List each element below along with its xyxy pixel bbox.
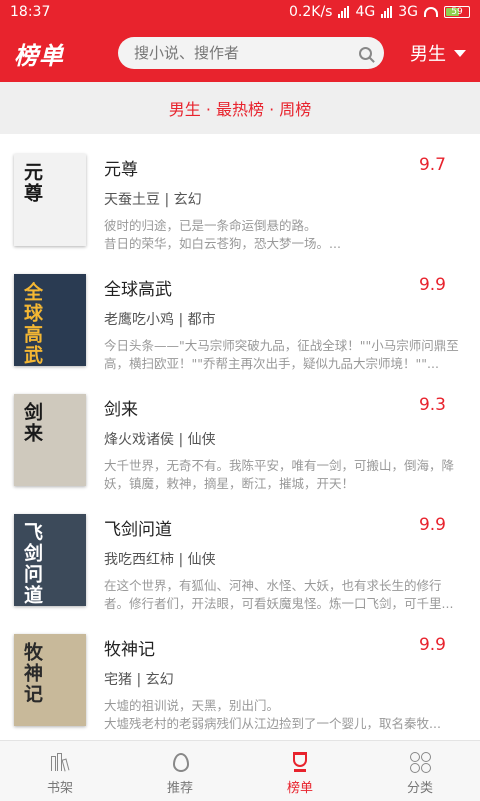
- signal-icon: [338, 6, 350, 18]
- status-icons: 0.2K/s 4G 3G 59: [289, 4, 470, 20]
- book-title: 元尊: [104, 160, 138, 180]
- gender-selector[interactable]: 男生: [410, 40, 466, 66]
- network-type-1: 4G: [355, 4, 376, 20]
- book-author-genre: 宅猪 | 玄幻: [104, 672, 174, 688]
- book-title: 剑来: [104, 400, 138, 420]
- book-score: 9.7: [418, 155, 446, 175]
- flame-icon: [168, 751, 192, 773]
- book-item[interactable]: 剑来 剑来 9.3 烽火戏诸侯 | 仙侠 大千世界，无奇不有。我陈平安，唯有一剑…: [0, 374, 480, 494]
- book-cover[interactable]: 元尊: [14, 154, 86, 246]
- tab-label: 书架: [46, 781, 73, 796]
- book-description: 彼时的归途，已是一条命运倒悬的路。 昔日的荣华，如白云苍狗，恐大梦一场。...: [104, 218, 341, 251]
- network-speed: 0.2K/s: [289, 4, 333, 20]
- tab-ranking[interactable]: 榜单: [240, 741, 360, 801]
- app-header: 榜单 男生: [0, 24, 480, 82]
- cover-title: 元尊: [21, 162, 43, 204]
- tab-bookshelf[interactable]: 书架: [0, 741, 120, 801]
- battery-level: 59: [451, 7, 463, 17]
- book-author-genre: 烽火戏诸侯 | 仙侠: [104, 432, 216, 448]
- book-item[interactable]: 元尊 元尊 9.7 天蚕土豆 | 玄幻 彼时的归途，已是一条命运倒悬的路。 昔日…: [0, 134, 480, 254]
- tab-label: 分类: [406, 781, 433, 796]
- book-description: 今日头条——"大马宗师突破九品，征战全球！""小马宗师问鼎至高，横扫欧亚！""乔…: [104, 338, 459, 371]
- book-score: 9.9: [418, 635, 446, 655]
- book-author-genre: 老鹰吃小鸡 | 都市: [104, 312, 216, 328]
- book-description: 大千世界，无奇不有。我陈平安，唯有一剑，可搬山，倒海，降妖，镇魔，敕神，摘星，断…: [104, 458, 455, 491]
- book-cover[interactable]: 全球高武: [14, 274, 86, 366]
- ranking-subtitle: 男生 · 最热榜 · 周榜: [0, 82, 480, 134]
- book-score: 9.9: [418, 275, 446, 295]
- clock: 18:37: [10, 4, 51, 20]
- caret-down-icon: [454, 49, 466, 57]
- tab-category[interactable]: 分类: [360, 741, 480, 801]
- search-input[interactable]: [134, 44, 334, 62]
- book-author-genre: 天蚕土豆 | 玄幻: [104, 192, 202, 208]
- tab-recommend[interactable]: 推荐: [120, 741, 240, 801]
- search-icon[interactable]: [359, 46, 372, 60]
- page-title: 榜单: [14, 41, 64, 70]
- gender-label: 男生: [410, 44, 446, 65]
- tab-label: 推荐: [166, 781, 193, 796]
- cover-title: 剑来: [21, 402, 43, 444]
- book-title: 牧神记: [104, 640, 155, 660]
- cover-title: 全球高武: [21, 282, 43, 366]
- battery-icon: 59: [444, 6, 470, 18]
- book-score: 9.9: [418, 515, 446, 535]
- book-title: 飞剑问道: [104, 520, 172, 540]
- tab-label: 榜单: [286, 781, 313, 796]
- search-bar[interactable]: [118, 37, 384, 69]
- book-cover[interactable]: 牧神记: [14, 634, 86, 726]
- book-description: 大墟的祖训说，天黑，别出门。 大墟残老村的老弱病残们从江边捡到了一个婴儿，取名秦…: [104, 698, 441, 731]
- wifi-icon: [424, 7, 438, 17]
- book-list: 元尊 元尊 9.7 天蚕土豆 | 玄幻 彼时的归途，已是一条命运倒悬的路。 昔日…: [0, 134, 480, 734]
- book-item[interactable]: 牧神记 牧神记 9.9 宅猪 | 玄幻 大墟的祖训说，天黑，别出门。 大墟残老村…: [0, 614, 480, 734]
- book-score: 9.3: [418, 395, 446, 415]
- book-author-genre: 我吃西红柿 | 仙侠: [104, 552, 216, 568]
- book-description: 在这个世界，有狐仙、河神、水怪、大妖，也有求长生的修行者。修行者们，开法眼，可看…: [104, 578, 454, 611]
- bottom-tab-bar: 书架 推荐 榜单 分类: [0, 740, 480, 801]
- book-cover[interactable]: 飞剑问道: [14, 514, 86, 606]
- cover-title: 牧神记: [21, 642, 43, 705]
- book-item[interactable]: 全球高武 全球高武 9.9 老鹰吃小鸡 | 都市 今日头条——"大马宗师突破九品…: [0, 254, 480, 374]
- trophy-icon: [288, 751, 312, 773]
- bookshelf-icon: [48, 751, 72, 773]
- book-cover[interactable]: 剑来: [14, 394, 86, 486]
- category-icon: [408, 751, 432, 773]
- network-type-2: 3G: [398, 4, 418, 20]
- cover-title: 飞剑问道: [21, 522, 43, 606]
- book-item[interactable]: 飞剑问道 飞剑问道 9.9 我吃西红柿 | 仙侠 在这个世界，有狐仙、河神、水怪…: [0, 494, 480, 614]
- signal-icon-2: [381, 6, 393, 18]
- book-title: 全球高武: [104, 280, 172, 300]
- status-bar: 18:37 0.2K/s 4G 3G 59: [0, 0, 480, 24]
